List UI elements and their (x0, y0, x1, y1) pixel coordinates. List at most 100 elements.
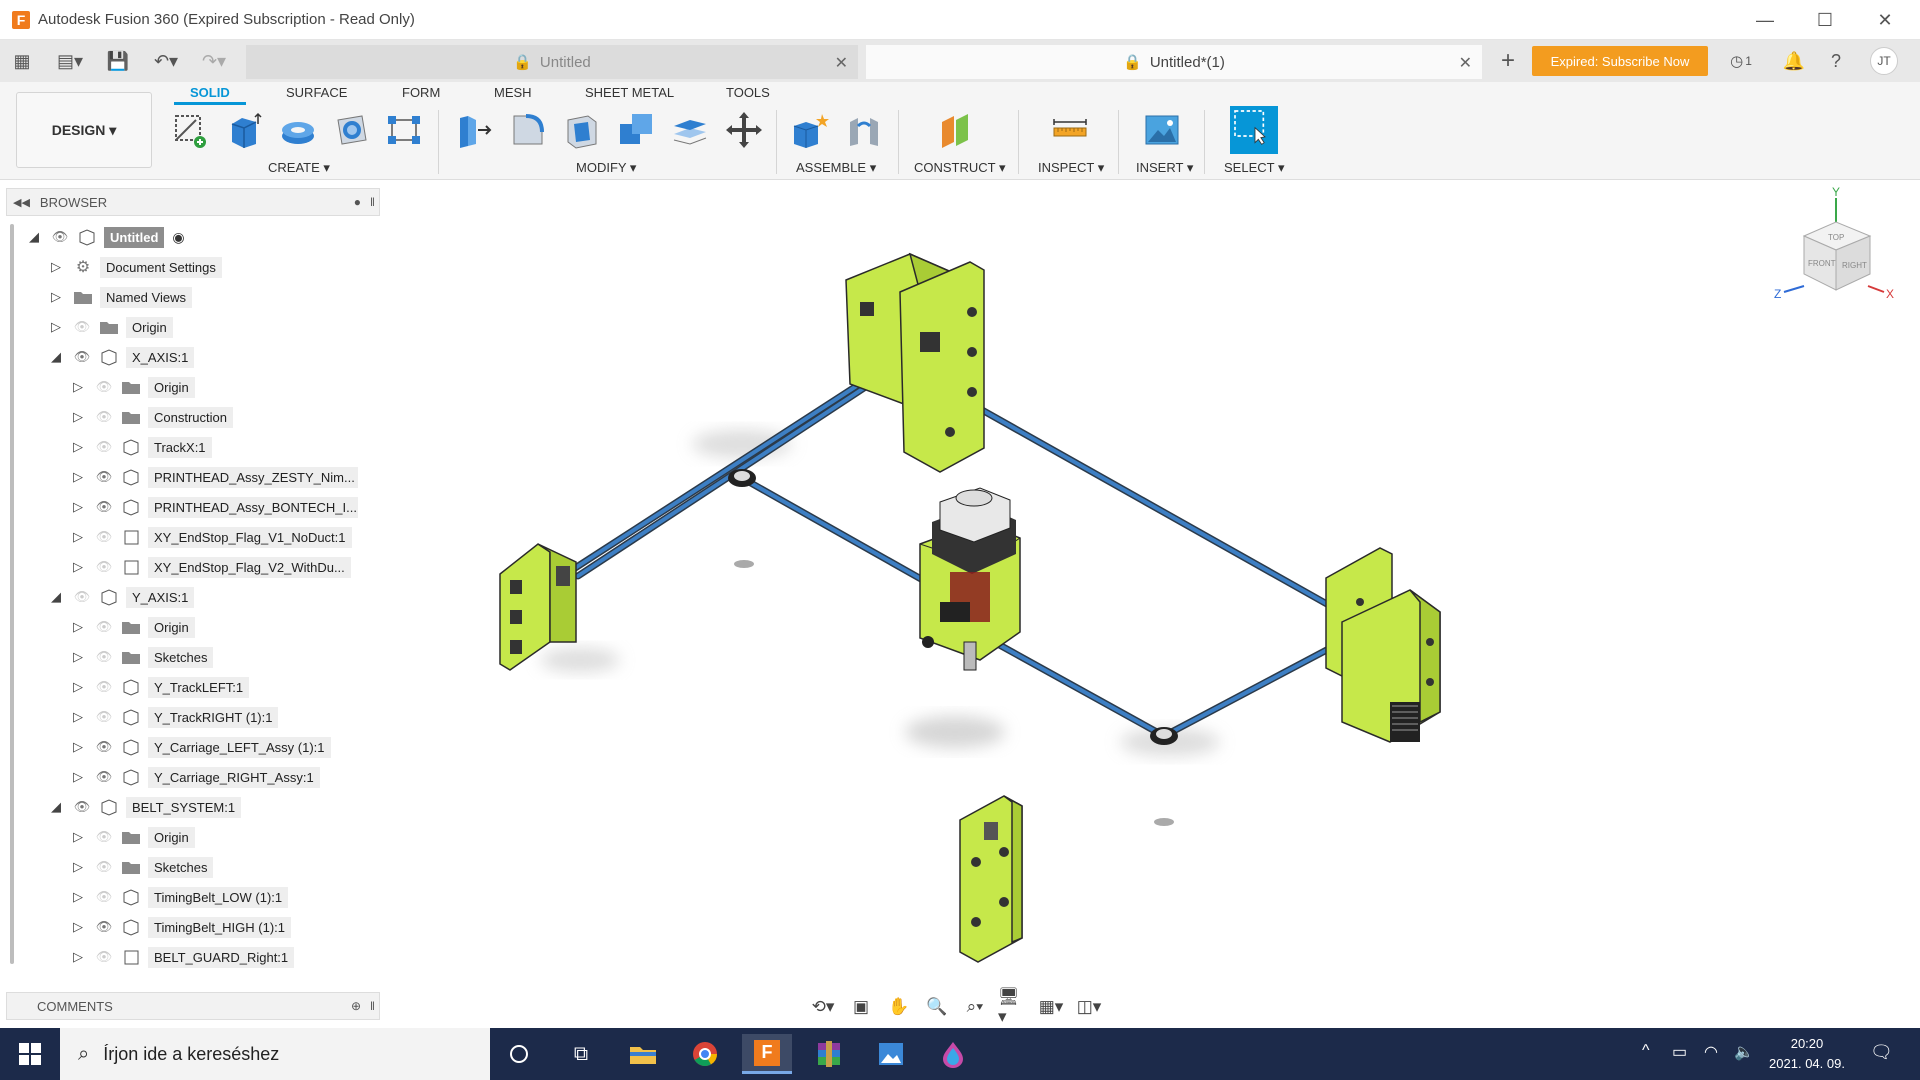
job-status-icon[interactable]: ◷ 1 (1724, 49, 1758, 73)
collapsed-triangle-icon[interactable]: ▷ (70, 379, 86, 395)
combine-icon[interactable] (616, 110, 656, 150)
hidden-eye-icon[interactable]: 👁 (94, 709, 114, 725)
close-tab-icon[interactable]: ✕ (1459, 53, 1472, 73)
hidden-eye-icon[interactable]: 👁 (94, 409, 114, 425)
visibility-eye-icon[interactable]: 👁 (94, 739, 114, 755)
visibility-eye-icon[interactable]: 👁 (94, 919, 114, 935)
tree-node-timing-belt-low[interactable]: ▷ 👁 TimingBelt_LOW (1):1 (70, 884, 289, 910)
collapse-panel-icon[interactable]: ◀◀ (13, 196, 30, 209)
new-tab-plus-icon[interactable]: + (1494, 47, 1522, 74)
offset-plane-icon[interactable] (938, 110, 978, 150)
collapsed-triangle-icon[interactable]: ▷ (70, 679, 86, 695)
save-icon[interactable]: 💾 (106, 49, 130, 73)
tree-node-y-track-right[interactable]: ▷ 👁 Y_TrackRIGHT (1):1 (70, 704, 279, 730)
front-idler-block[interactable] (959, 795, 1023, 963)
display-settings-icon[interactable]: 🖥▾ (998, 987, 1028, 1026)
chrome-icon[interactable] (680, 1034, 730, 1074)
expanded-triangle-icon[interactable]: ◢ (48, 349, 64, 365)
collapsed-triangle-icon[interactable]: ▷ (70, 949, 86, 965)
show-hidden-icons-chevron[interactable]: ^ (1642, 1042, 1650, 1060)
hidden-eye-icon[interactable]: 👁 (94, 679, 114, 695)
windows-start-icon[interactable] (0, 1028, 60, 1080)
collapsed-triangle-icon[interactable]: ▷ (70, 889, 86, 905)
hidden-eye-icon[interactable]: 👁 (72, 589, 92, 605)
notifications-bell-icon[interactable]: 🔔 (1782, 49, 1806, 73)
comments-panel-header[interactable]: COMMENTS ⊕ ‖ (6, 992, 380, 1020)
tree-node-timing-belt-high[interactable]: ▷ 👁 TimingBelt_HIGH (1):1 (70, 914, 291, 940)
3d-viewport[interactable]: Y Z X TOP FRONT RIGHT (380, 182, 1920, 1028)
assemble-group-label[interactable]: ASSEMBLE ▾ (796, 160, 876, 176)
tree-node-y-axis[interactable]: ◢ 👁 Y_AXIS:1 (48, 584, 195, 610)
fit-zoom-window-icon[interactable]: ⌕▾ (960, 994, 990, 1020)
orbit-icon[interactable]: ⟲▾ (808, 994, 838, 1020)
undo-icon[interactable]: ↶▾ (148, 49, 184, 73)
viewports-icon[interactable]: ◫▾ (1074, 994, 1104, 1020)
close-window-button[interactable]: ✕ (1856, 0, 1914, 40)
collapsed-triangle-icon[interactable]: ▷ (70, 409, 86, 425)
cortana-icon[interactable] (494, 1034, 544, 1074)
tree-node-root[interactable]: ◢ 👁 Untitled ◉ (26, 224, 185, 250)
revolve-icon[interactable] (278, 110, 318, 150)
hidden-eye-icon[interactable]: 👁 (94, 379, 114, 395)
tree-node-sketches[interactable]: ▷ 👁 Sketches (70, 644, 214, 670)
tree-node-origin[interactable]: ▷ 👁 Origin (70, 374, 195, 400)
tree-node-y-track-left[interactable]: ▷ 👁 Y_TrackLEFT:1 (70, 674, 250, 700)
collapsed-triangle-icon[interactable]: ▷ (70, 499, 86, 515)
collapsed-triangle-icon[interactable]: ▷ (48, 289, 64, 305)
press-pull-icon[interactable] (454, 110, 494, 150)
hidden-eye-icon[interactable]: 👁 (94, 439, 114, 455)
zoom-icon[interactable]: 🔍 (922, 994, 952, 1020)
tab-mesh[interactable]: MESH (494, 85, 532, 100)
panel-resize-icon[interactable]: ‖ (370, 195, 375, 209)
collapsed-triangle-icon[interactable]: ▷ (70, 769, 86, 785)
select-group-label[interactable]: SELECT ▾ (1224, 160, 1284, 176)
visibility-eye-icon[interactable]: 👁 (72, 349, 92, 365)
action-center-icon[interactable]: 🗨 (1870, 1042, 1893, 1063)
move-copy-icon[interactable] (724, 110, 764, 150)
minimize-button[interactable]: — (1736, 0, 1794, 40)
create-group-label[interactable]: CREATE ▾ (268, 160, 330, 176)
collapsed-triangle-icon[interactable]: ▷ (70, 829, 86, 845)
tree-node-y-carriage-right[interactable]: ▷ 👁 Y_Carriage_RIGHT_Assy:1 (70, 764, 320, 790)
tab-sheet-metal[interactable]: SHEET METAL (585, 85, 674, 100)
battery-icon[interactable]: ▭ (1672, 1042, 1687, 1062)
tree-node-printhead-zesty[interactable]: ▷ 👁 PRINTHEAD_Assy_ZESTY_Nim... (70, 464, 358, 490)
visibility-eye-icon[interactable]: 👁 (50, 229, 70, 245)
fusion360-taskbar-icon[interactable]: F (742, 1034, 792, 1074)
paint-3d-icon[interactable] (928, 1034, 978, 1074)
collapsed-triangle-icon[interactable]: ▷ (70, 619, 86, 635)
user-avatar[interactable]: JT (1870, 47, 1898, 75)
wifi-icon[interactable]: ◠ (1704, 1042, 1718, 1062)
hole-icon[interactable] (332, 110, 372, 150)
hidden-eye-icon[interactable]: 👁 (94, 889, 114, 905)
data-panel-grid-icon[interactable]: ▦ (10, 49, 34, 73)
expanded-triangle-icon[interactable]: ◢ (48, 799, 64, 815)
select-icon[interactable] (1230, 106, 1278, 154)
collapsed-triangle-icon[interactable]: ▷ (70, 649, 86, 665)
collapsed-triangle-icon[interactable]: ▷ (70, 709, 86, 725)
look-at-icon[interactable]: ▣ (846, 994, 876, 1020)
tree-node-belt-guard-right[interactable]: ▷ 👁 BELT_GUARD_Right:1 (70, 944, 295, 970)
maximize-button[interactable]: ☐ (1796, 0, 1854, 40)
expanded-triangle-icon[interactable]: ◢ (48, 589, 64, 605)
redo-icon[interactable]: ↷▾ (196, 49, 232, 73)
measure-icon[interactable] (1050, 110, 1090, 150)
model-canvas[interactable]: Y Z X TOP FRONT RIGHT (380, 182, 1920, 1028)
construct-group-label[interactable]: CONSTRUCT ▾ (914, 160, 1006, 176)
pin-icon[interactable]: ● (354, 195, 361, 209)
workspace-switcher-button[interactable]: DESIGN ▾ (16, 92, 152, 168)
tree-node-construction[interactable]: ▷ 👁 Construction (70, 404, 233, 430)
collapsed-triangle-icon[interactable]: ▷ (70, 919, 86, 935)
hidden-eye-icon[interactable]: 👁 (94, 559, 114, 575)
pan-hand-icon[interactable]: ✋ (884, 994, 914, 1020)
joint-icon[interactable] (844, 110, 884, 150)
tree-node-endstop-v2[interactable]: ▷ 👁 XY_EndStop_Flag_V2_WithDu... (70, 554, 351, 580)
hidden-eye-icon[interactable]: 👁 (94, 649, 114, 665)
file-menu-icon[interactable]: ▤▾ (50, 49, 90, 73)
tab-surface[interactable]: SURFACE (286, 85, 347, 100)
volume-icon[interactable]: 🔈 (1734, 1042, 1754, 1062)
hidden-eye-icon[interactable]: 👁 (72, 319, 92, 335)
pattern-icon[interactable] (384, 110, 424, 150)
add-comment-icon[interactable]: ⊕ (351, 999, 361, 1013)
inspect-group-label[interactable]: INSPECT ▾ (1038, 160, 1104, 176)
